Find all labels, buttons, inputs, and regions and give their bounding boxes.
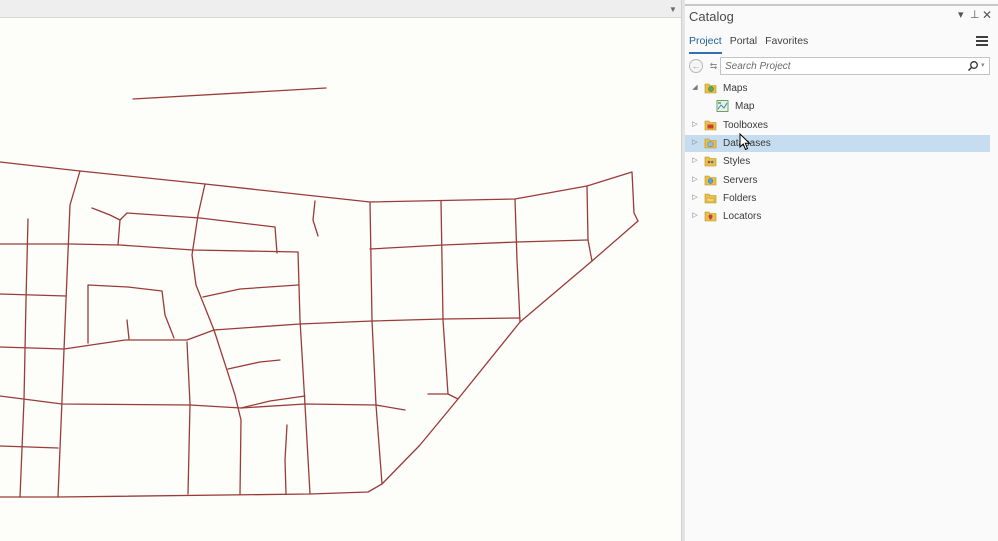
collapsed-arrow-icon[interactable]: ▷ <box>691 176 699 184</box>
tab-favorites[interactable]: Favorites <box>765 34 808 54</box>
databases-folder-icon <box>704 138 717 149</box>
maps-folder-icon <box>704 83 717 94</box>
tree-item-label: Servers <box>723 175 758 186</box>
collapsed-arrow-icon[interactable]: ▷ <box>691 139 699 147</box>
collapsed-arrow-icon[interactable]: ▷ <box>691 194 699 202</box>
folders-folder-icon <box>704 193 717 204</box>
pin-icon[interactable]: ⊥ <box>970 9 980 22</box>
close-icon[interactable]: ✕ <box>982 9 992 22</box>
styles-folder-icon <box>704 156 717 167</box>
tree-item-label: Folders <box>723 193 757 204</box>
tree-item-servers[interactable]: ▷ Servers <box>685 172 990 189</box>
tree-item-styles[interactable]: ▷ Styles <box>685 153 990 170</box>
tree-item-label: Databases <box>723 138 771 149</box>
tree-item-maps[interactable]: ◢ Maps <box>685 80 990 97</box>
search-icon[interactable] <box>967 60 979 72</box>
tree-item-map[interactable]: Map <box>685 98 990 115</box>
servers-folder-icon <box>704 175 717 186</box>
tree-item-label: Toolboxes <box>723 120 769 131</box>
tree-item-label: Locators <box>723 211 762 222</box>
hamburger-menu-icon[interactable] <box>976 36 988 46</box>
collapsed-arrow-icon[interactable]: ▷ <box>691 212 699 220</box>
tree-item-folders[interactable]: ▷ Folders <box>685 190 990 207</box>
toggle-view-icon[interactable]: ⇆ <box>707 59 720 73</box>
tree-item-label: Styles <box>723 156 751 167</box>
catalog-pane: Catalog ▾ ⊥ ✕ Project Portal Favorites ←… <box>685 0 998 541</box>
chevron-down-icon[interactable]: ▼ <box>668 6 678 14</box>
catalog-tabs: Project Portal Favorites <box>689 34 808 54</box>
tree-item-label: Map <box>735 101 755 112</box>
expanded-arrow-icon[interactable]: ◢ <box>691 84 699 92</box>
collapsed-arrow-icon[interactable]: ▷ <box>691 121 699 129</box>
tab-portal[interactable]: Portal <box>730 34 757 54</box>
pane-title: Catalog <box>689 9 734 24</box>
toolboxes-folder-icon <box>704 120 717 131</box>
map-icon <box>716 100 729 112</box>
map-view[interactable] <box>0 19 681 541</box>
tree-item-databases[interactable]: ▷ Databases <box>685 135 990 152</box>
search-options-chevron-icon[interactable]: ▾ <box>981 61 985 69</box>
road-network <box>0 87 639 498</box>
collapsed-arrow-icon[interactable]: ▷ <box>691 157 699 165</box>
back-arrow-icon[interactable]: ← <box>689 59 703 73</box>
search-box: ▾ <box>720 57 990 75</box>
search-input[interactable] <box>725 59 955 73</box>
map-tab-strip <box>0 0 681 18</box>
pane-accent-bar <box>685 4 998 6</box>
tree-item-label: Maps <box>723 83 748 94</box>
tab-project[interactable]: Project <box>689 34 722 54</box>
tree-item-toolboxes[interactable]: ▷ Toolboxes <box>685 117 990 134</box>
locators-folder-icon <box>704 211 717 222</box>
pane-options-icon[interactable]: ▾ <box>958 9 964 22</box>
tree-item-locators[interactable]: ▷ Locators <box>685 208 990 225</box>
